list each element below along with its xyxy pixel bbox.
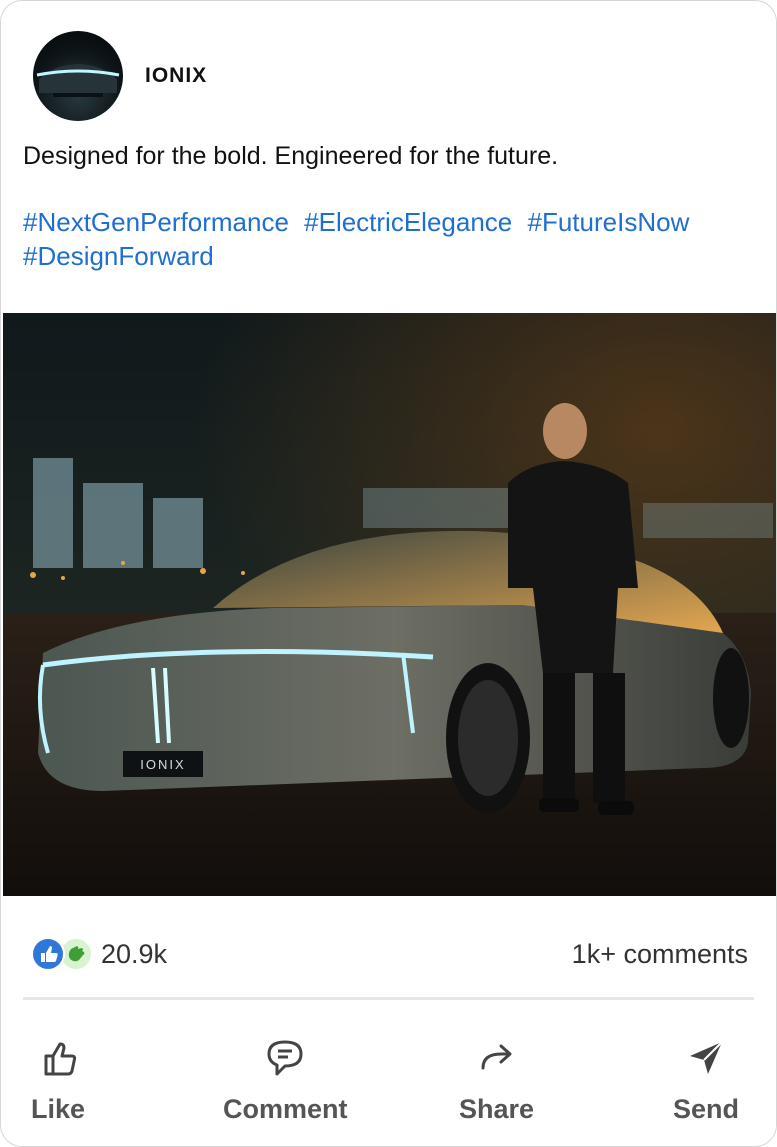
comment-label: Comment — [223, 1094, 348, 1124]
share-button[interactable]: Share — [459, 1036, 534, 1125]
hashtag[interactable]: #ElectricElegance — [304, 207, 512, 237]
post-caption: Designed for the bold. Engineered for th… — [23, 142, 559, 170]
reactions-summary[interactable]: 20.9k — [31, 937, 167, 971]
post-card: IONIX Designed for the bold. Engineered … — [0, 0, 777, 1147]
action-bar: Like Comment Share Send — [1, 1036, 776, 1131]
car-photo: IONIX — [3, 313, 776, 896]
post-header: IONIX — [33, 31, 207, 121]
hashtag[interactable]: #FutureIsNow — [528, 207, 690, 237]
hashtag[interactable]: #DesignForward — [23, 241, 214, 271]
send-button[interactable]: Send — [673, 1036, 739, 1125]
share-icon — [481, 1044, 512, 1070]
comment-icon — [267, 1040, 303, 1076]
hashtag-list: #NextGenPerformance #ElectricElegance #F… — [23, 205, 773, 273]
hashtag[interactable]: #NextGenPerformance — [23, 207, 289, 237]
share-label: Share — [459, 1094, 535, 1124]
send-label: Send — [673, 1094, 740, 1124]
like-button[interactable]: Like — [31, 1036, 85, 1125]
comment-button[interactable]: Comment — [223, 1036, 348, 1125]
post-stats: 20.9k 1k+ comments — [31, 931, 748, 977]
like-label: Like — [31, 1094, 86, 1124]
send-icon — [690, 1041, 723, 1074]
car-avatar-icon — [36, 64, 120, 97]
like-icon — [31, 937, 65, 971]
comments-count[interactable]: 1k+ comments — [572, 939, 748, 970]
reaction-count: 20.9k — [101, 938, 168, 969]
thumbs-up-icon — [44, 1042, 77, 1076]
avatar[interactable] — [33, 31, 123, 121]
divider — [23, 997, 754, 1000]
car-badge-text: IONIX — [140, 757, 185, 772]
author-name[interactable]: IONIX — [145, 64, 207, 88]
post-image[interactable]: IONIX — [3, 313, 776, 896]
